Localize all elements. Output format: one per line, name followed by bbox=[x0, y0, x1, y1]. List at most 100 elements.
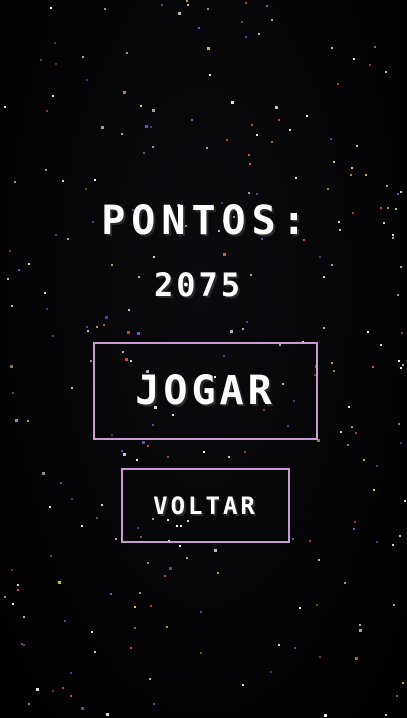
star bbox=[149, 678, 151, 680]
star bbox=[350, 174, 352, 176]
star bbox=[62, 180, 64, 182]
star bbox=[81, 525, 83, 527]
star bbox=[49, 506, 51, 508]
star bbox=[11, 569, 13, 571]
star bbox=[398, 423, 400, 425]
star bbox=[230, 330, 233, 333]
star bbox=[140, 105, 142, 107]
star bbox=[17, 589, 19, 591]
star bbox=[309, 540, 311, 542]
star bbox=[251, 124, 253, 126]
star bbox=[404, 500, 406, 502]
star bbox=[50, 555, 52, 557]
star bbox=[223, 253, 226, 256]
star bbox=[292, 538, 294, 540]
star bbox=[271, 141, 273, 143]
star bbox=[94, 179, 96, 181]
star bbox=[58, 581, 61, 584]
star bbox=[392, 544, 394, 546]
star bbox=[187, 4, 189, 6]
star bbox=[376, 541, 378, 543]
star bbox=[256, 134, 258, 136]
star bbox=[17, 584, 19, 586]
star bbox=[200, 652, 202, 654]
star bbox=[40, 59, 42, 61]
star bbox=[289, 129, 291, 131]
star bbox=[207, 47, 210, 50]
star bbox=[52, 690, 54, 692]
star bbox=[81, 707, 84, 710]
star bbox=[270, 671, 272, 673]
back-button[interactable]: VOLTAR bbox=[121, 468, 290, 543]
star bbox=[367, 331, 369, 333]
star bbox=[46, 308, 48, 310]
star bbox=[137, 332, 140, 335]
star bbox=[147, 562, 149, 564]
star bbox=[82, 56, 84, 58]
play-button[interactable]: JOGAR bbox=[93, 342, 318, 440]
star bbox=[353, 58, 355, 60]
star bbox=[52, 335, 54, 337]
star bbox=[70, 695, 72, 697]
star bbox=[324, 714, 327, 717]
star bbox=[12, 603, 14, 605]
star bbox=[330, 138, 332, 140]
star bbox=[356, 145, 358, 147]
star bbox=[134, 606, 136, 608]
star bbox=[96, 326, 98, 328]
star bbox=[228, 456, 230, 458]
star bbox=[14, 181, 16, 183]
star bbox=[248, 154, 250, 156]
star bbox=[323, 327, 325, 329]
star bbox=[85, 188, 87, 190]
star bbox=[363, 459, 365, 461]
star bbox=[333, 161, 335, 163]
star bbox=[101, 504, 103, 506]
star bbox=[45, 169, 47, 171]
star bbox=[393, 604, 395, 606]
star bbox=[347, 444, 349, 446]
star bbox=[167, 456, 169, 458]
star bbox=[203, 451, 205, 453]
star bbox=[71, 387, 73, 389]
star bbox=[359, 624, 361, 626]
star bbox=[271, 19, 273, 21]
star bbox=[121, 133, 123, 135]
star bbox=[200, 611, 202, 613]
star bbox=[12, 392, 14, 394]
star bbox=[331, 47, 333, 49]
star bbox=[147, 445, 149, 447]
star bbox=[11, 305, 13, 307]
star bbox=[399, 535, 401, 537]
star bbox=[134, 627, 136, 629]
star bbox=[103, 324, 105, 326]
star bbox=[400, 442, 402, 444]
star bbox=[214, 549, 217, 552]
star bbox=[400, 367, 402, 369]
star bbox=[385, 714, 387, 716]
star bbox=[94, 651, 96, 653]
star bbox=[206, 147, 208, 149]
star bbox=[86, 326, 88, 328]
star bbox=[143, 152, 145, 154]
star bbox=[191, 119, 193, 121]
star bbox=[217, 572, 219, 574]
star bbox=[242, 328, 244, 330]
star bbox=[397, 193, 399, 195]
star bbox=[294, 647, 296, 649]
game-over-screen: PONTOS: 2075 JOGAR VOLTAR bbox=[0, 0, 407, 718]
star bbox=[36, 688, 39, 691]
star bbox=[21, 643, 23, 645]
star bbox=[115, 538, 117, 540]
star bbox=[340, 431, 342, 433]
star bbox=[23, 616, 25, 618]
star bbox=[27, 420, 29, 422]
star bbox=[4, 596, 6, 598]
star bbox=[126, 52, 128, 54]
star bbox=[123, 91, 126, 94]
star bbox=[348, 406, 350, 408]
star bbox=[380, 344, 382, 346]
star bbox=[266, 5, 268, 7]
star bbox=[401, 332, 403, 334]
star bbox=[55, 63, 57, 65]
